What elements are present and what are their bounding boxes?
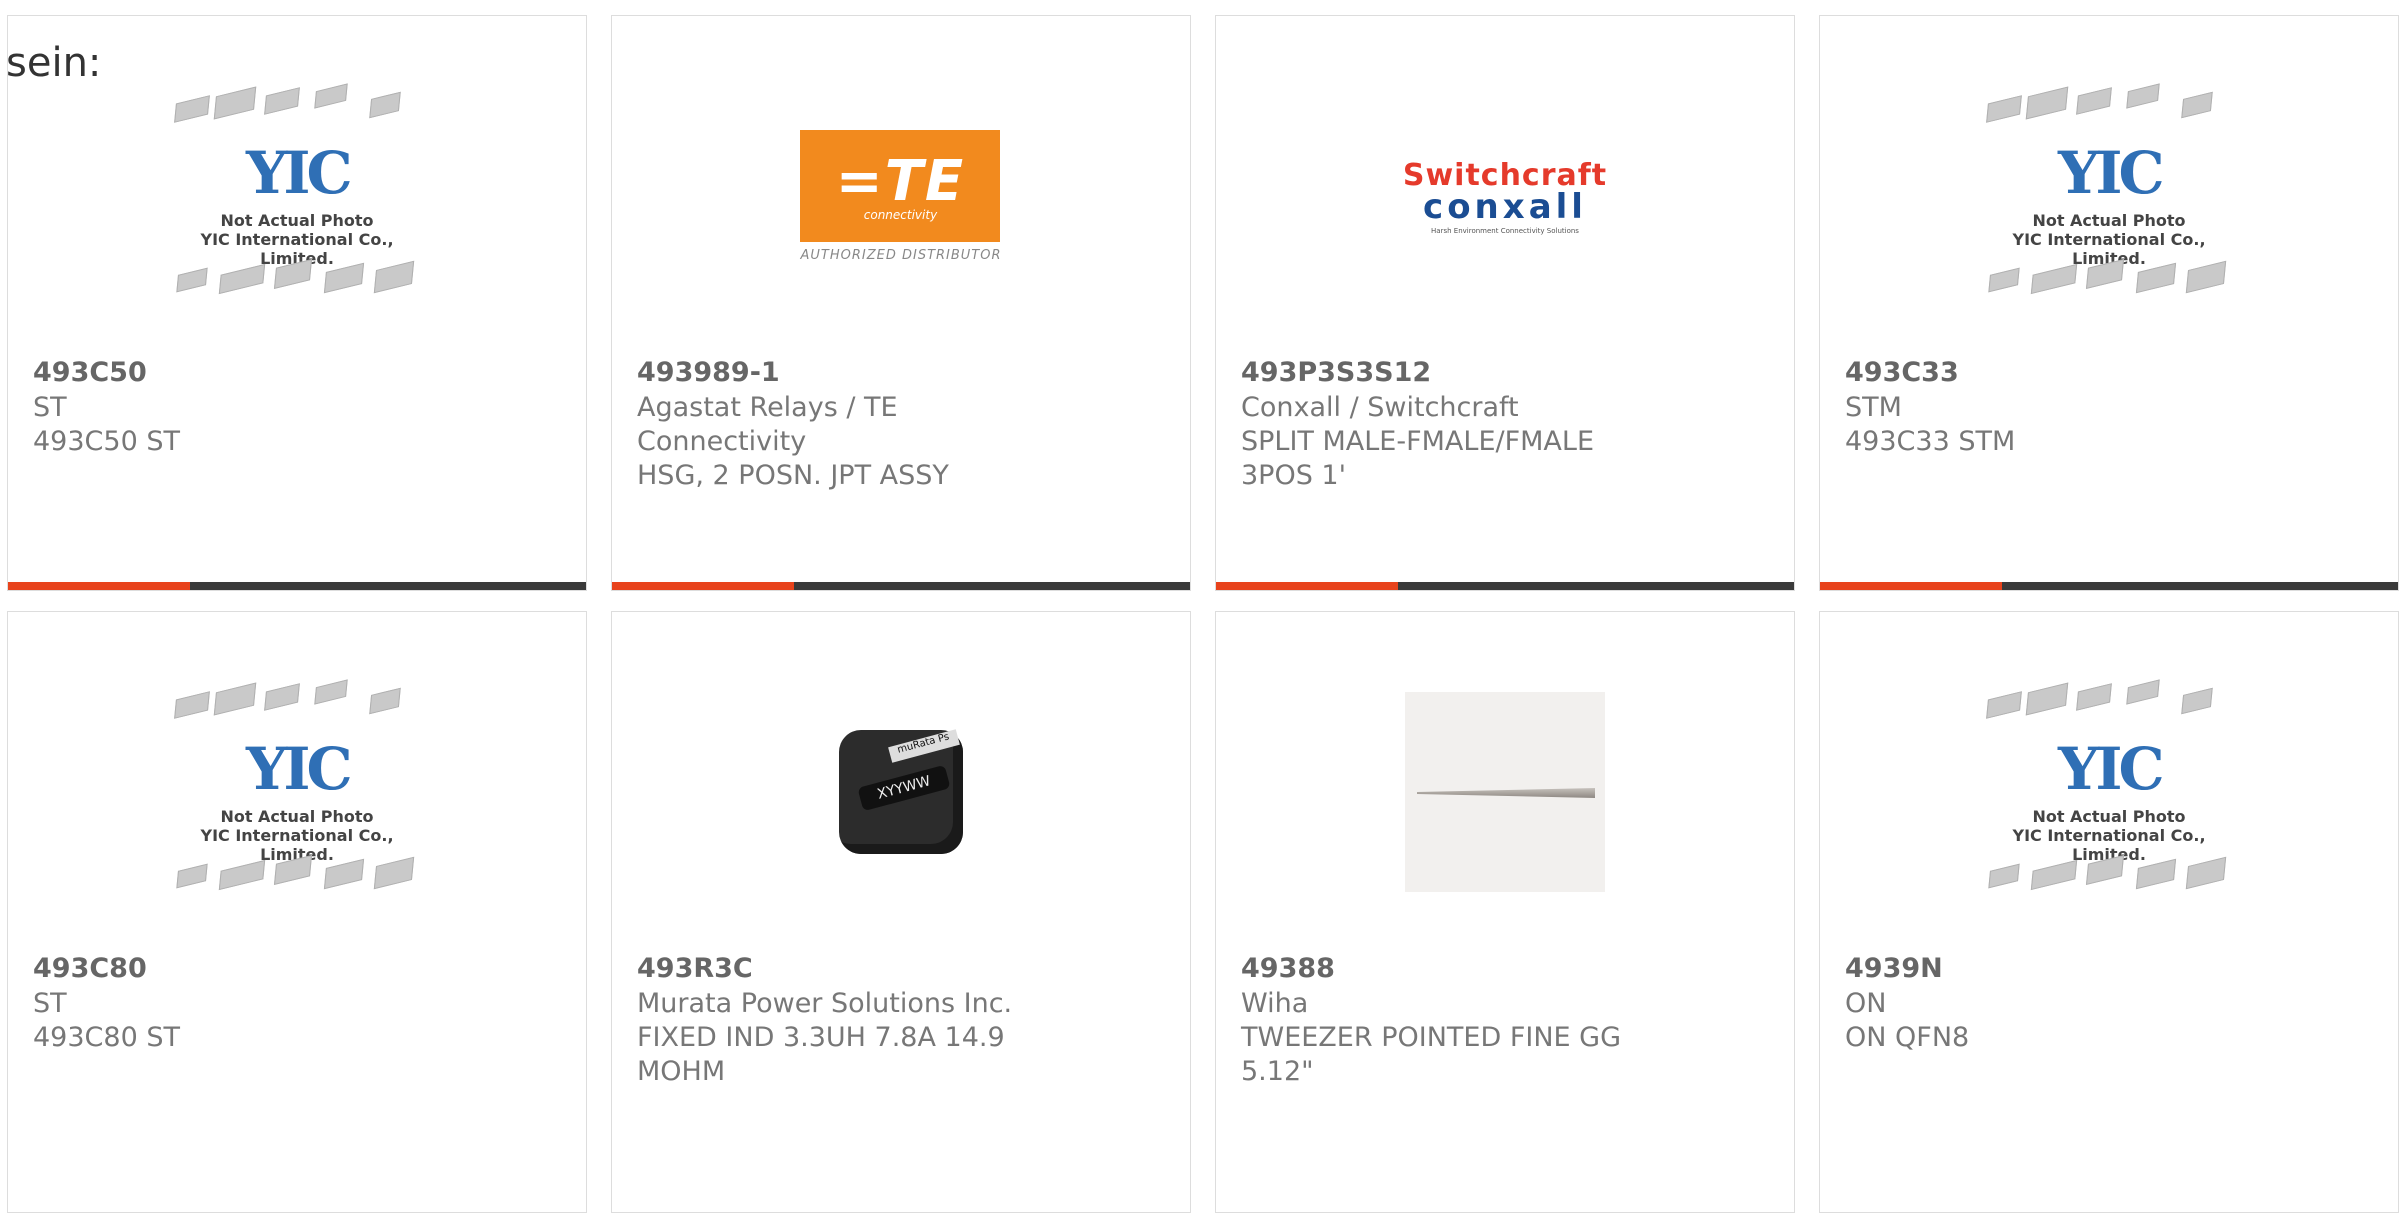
lead-text: sein:	[6, 40, 102, 86]
inductor-photo: muRata Ps XYYWW	[839, 729, 963, 854]
te-logo: =TE	[835, 149, 966, 214]
card-accent-bar	[8, 582, 586, 590]
yic-placeholder-image: YIC Not Actual Photo YIC International Co…	[1978, 81, 2240, 311]
description: SPLIT MALE-FMALE/FMALE 3POS 1'	[1241, 426, 1595, 491]
te-distributor-text: AUTHORIZED DISTRIBUTOR	[800, 247, 1002, 263]
manufacturer: STM	[1845, 392, 1902, 423]
description: 493C50 ST	[33, 426, 180, 457]
part-number[interactable]: 493C50	[33, 355, 456, 391]
product-info: 493989-1 Agastat Relays / TE Connectivit…	[637, 355, 1060, 493]
product-info: 493P3S3S12 Conxall / Switchcraft SPLIT M…	[1241, 355, 1664, 493]
yic-placeholder-image: YIC Not Actual Photo YIC International Co…	[166, 677, 428, 907]
description: FIXED IND 3.3UH 7.8A 14.9 MOHM	[637, 1022, 1005, 1087]
product-image[interactable]: muRata Ps XYYWW	[770, 690, 1032, 894]
description: 493C80 ST	[33, 1022, 180, 1053]
yic-caption: Not Actual Photo YIC International Co., L…	[2012, 211, 2206, 268]
part-number[interactable]: 49388	[1241, 951, 1664, 987]
yic-caption: Not Actual Photo YIC International Co., L…	[200, 211, 394, 268]
part-number[interactable]: 493989-1	[637, 355, 1060, 391]
product-image[interactable]: YIC Not Actual Photo YIC International Co…	[1978, 83, 2240, 298]
description: HSG, 2 POSN. JPT ASSY	[637, 460, 949, 491]
product-card[interactable]: Switchcraft conxall Harsh Environment Co…	[1215, 15, 1795, 591]
yic-logo: YIC	[246, 735, 353, 803]
manufacturer: ST	[33, 988, 67, 1019]
product-card[interactable]: YIC Not Actual Photo YIC International Co…	[1819, 15, 2399, 591]
part-number[interactable]: 493R3C	[637, 951, 1060, 987]
manufacturer: Murata Power Solutions Inc.	[637, 988, 1013, 1019]
product-image[interactable]: YIC Not Actual Photo YIC International Co…	[166, 83, 428, 298]
description: ON QFN8	[1845, 1022, 1970, 1053]
card-accent-bar	[1216, 582, 1794, 590]
product-card[interactable]: YIC Not Actual Photo YIC International Co…	[1819, 611, 2399, 1213]
description: 493C33 STM	[1845, 426, 2016, 457]
yic-logo: YIC	[2058, 735, 2165, 803]
yic-logo: YIC	[246, 139, 353, 207]
yic-placeholder-image: YIC Not Actual Photo YIC International Co…	[1978, 677, 2240, 907]
product-card[interactable]: 49388 Wiha TWEEZER POINTED FINE GG 5.12"	[1215, 611, 1795, 1213]
manufacturer: Agastat Relays / TE Connectivity	[637, 392, 898, 457]
yic-caption: Not Actual Photo YIC International Co., L…	[2012, 807, 2206, 864]
tweezer-photo	[1405, 692, 1605, 892]
product-card[interactable]: muRata Ps XYYWW 493R3C Murata Power Solu…	[611, 611, 1191, 1213]
switchcraft-logo-image: Switchcraft conxall Harsh Environment Co…	[1402, 157, 1608, 235]
product-info: 493C50 ST 493C50 ST	[33, 355, 456, 459]
manufacturer: ST	[33, 392, 67, 423]
product-info: 493C33 STM 493C33 STM	[1845, 355, 2268, 459]
product-grid: YIC Not Actual Photo YIC International Co…	[7, 15, 2399, 1213]
part-number[interactable]: 493C80	[33, 951, 456, 987]
product-info: 493R3C Murata Power Solutions Inc. FIXED…	[637, 951, 1060, 1089]
manufacturer: Wiha	[1241, 988, 1309, 1019]
product-image[interactable]: Switchcraft conxall Harsh Environment Co…	[1374, 94, 1636, 298]
te-logo-image: =TE connectivity AUTHORIZED DISTRIBUTOR	[800, 129, 1002, 263]
product-card[interactable]: =TE connectivity AUTHORIZED DISTRIBUTOR …	[611, 15, 1191, 591]
product-info: 49388 Wiha TWEEZER POINTED FINE GG 5.12"	[1241, 951, 1664, 1089]
product-image[interactable]: YIC Not Actual Photo YIC International Co…	[166, 679, 428, 894]
yic-caption: Not Actual Photo YIC International Co., L…	[200, 807, 394, 864]
description: TWEEZER POINTED FINE GG 5.12"	[1241, 1022, 1622, 1087]
product-image[interactable]: YIC Not Actual Photo YIC International Co…	[1978, 679, 2240, 894]
product-card[interactable]: YIC Not Actual Photo YIC International Co…	[7, 15, 587, 591]
product-image[interactable]: =TE connectivity AUTHORIZED DISTRIBUTOR	[770, 94, 1032, 298]
product-card[interactable]: YIC Not Actual Photo YIC International Co…	[7, 611, 587, 1213]
yic-logo: YIC	[2058, 139, 2165, 207]
part-number[interactable]: 493P3S3S12	[1241, 355, 1664, 391]
manufacturer: ON	[1845, 988, 1887, 1019]
card-accent-bar	[612, 582, 1190, 590]
product-info: 4939N ON ON QFN8	[1845, 951, 2268, 1055]
part-number[interactable]: 493C33	[1845, 355, 2268, 391]
card-accent-bar	[1820, 582, 2398, 590]
yic-placeholder-image: YIC Not Actual Photo YIC International Co…	[166, 81, 428, 311]
product-image[interactable]	[1374, 690, 1636, 894]
part-number[interactable]: 4939N	[1845, 951, 2268, 987]
manufacturer: Conxall / Switchcraft	[1241, 392, 1519, 423]
product-info: 493C80 ST 493C80 ST	[33, 951, 456, 1055]
